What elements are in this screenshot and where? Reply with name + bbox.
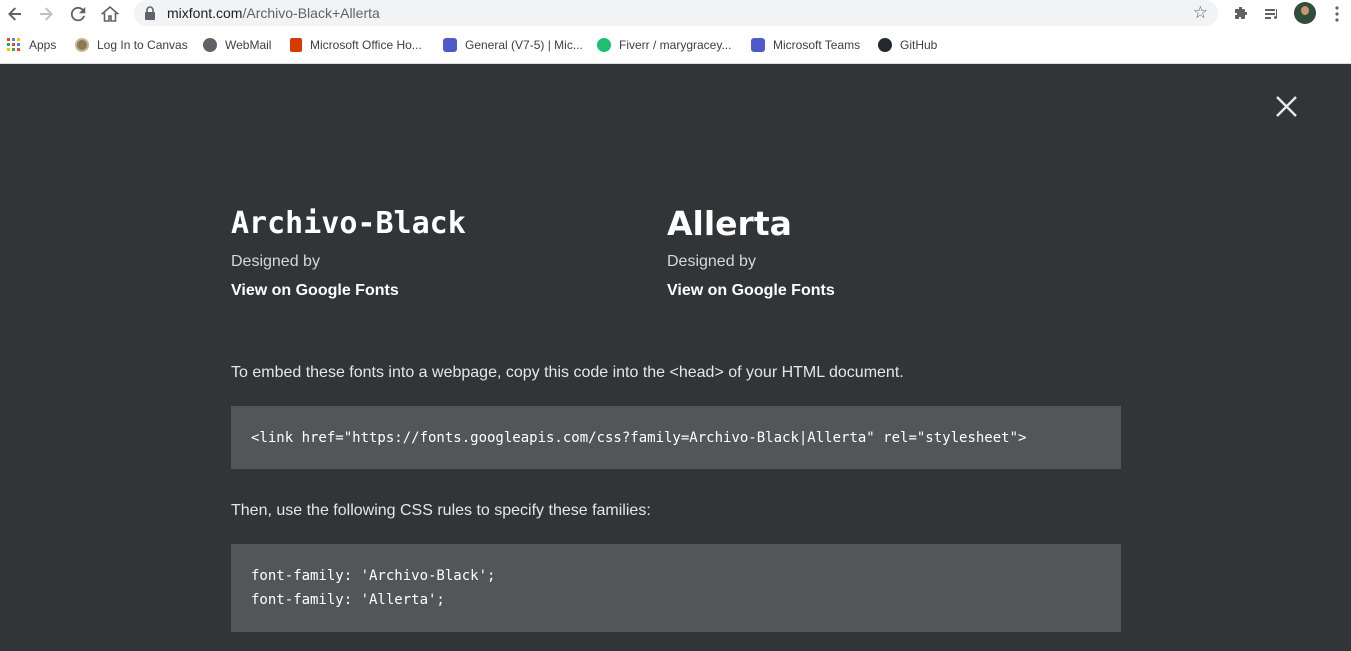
reading-list-icon[interactable] (1261, 3, 1283, 25)
close-icon[interactable] (1275, 95, 1298, 118)
profile-avatar[interactable] (1294, 2, 1316, 24)
url-path: /Archivo-Black+Allerta (242, 5, 380, 21)
css-code-block[interactable]: font-family: 'Archivo-Black'; font-famil… (231, 544, 1121, 632)
reload-icon[interactable] (67, 3, 89, 25)
view-google-fonts-link[interactable]: View on Google Fonts (231, 281, 466, 301)
url-text: mixfont.com/Archivo-Black+Allerta (167, 5, 380, 21)
bookmark-general-teams[interactable]: General (V7-5) | Mic... (443, 36, 583, 54)
designed-by-label: Designed by (231, 253, 320, 270)
teams-icon (751, 38, 765, 52)
globe-icon (203, 38, 217, 52)
office-icon (290, 38, 302, 52)
browser-toolbar: mixfont.com/Archivo-Black+Allerta ☆ (0, 0, 1351, 27)
canvas-icon (75, 38, 89, 52)
bookmark-github[interactable]: GitHub (878, 36, 937, 54)
menu-kebab-icon[interactable] (1326, 3, 1348, 25)
extensions-icon[interactable] (1230, 3, 1252, 25)
embed-instruction: To embed these fonts into a webpage, cop… (231, 364, 904, 381)
bookmark-canvas[interactable]: Log In to Canvas (75, 36, 188, 54)
bookmark-label: Log In to Canvas (97, 38, 188, 52)
teams-icon (443, 38, 457, 52)
home-icon[interactable] (99, 3, 121, 25)
bookmark-star-icon[interactable]: ☆ (1193, 3, 1208, 23)
font-card-secondary: Allerta Designed by View on Google Fonts (667, 204, 835, 301)
bookmark-label: General (V7-5) | Mic... (465, 38, 583, 52)
apps-grid-icon (7, 38, 21, 52)
css-code-line: font-family: 'Allerta'; (251, 592, 445, 608)
bookmark-label: WebMail (225, 38, 272, 52)
bookmark-label: Apps (29, 38, 57, 52)
font-name: Allerta (667, 204, 792, 243)
view-google-fonts-link[interactable]: View on Google Fonts (667, 281, 835, 301)
embed-code-block[interactable]: <link href="https://fonts.googleapis.com… (231, 406, 1121, 469)
font-card-primary: Archivo-Black Designed by View on Google… (231, 204, 466, 301)
designed-by-label: Designed by (667, 253, 756, 270)
bookmark-label: GitHub (900, 38, 938, 52)
lock-icon (144, 6, 158, 20)
font-pair-modal: Archivo-Black Designed by View on Google… (0, 64, 1351, 651)
font-name: Archivo-Black (231, 206, 466, 241)
bookmark-office[interactable]: Microsoft Office Ho... (290, 36, 422, 54)
bookmarks-bar: Apps Log In to Canvas WebMail Microsoft … (0, 27, 1351, 64)
back-icon[interactable] (4, 3, 26, 25)
fiverr-icon (597, 38, 611, 52)
bookmark-label: Microsoft Teams (773, 38, 861, 52)
embed-code-line: <link href="https://fonts.googleapis.com… (251, 430, 1027, 446)
css-code-line: font-family: 'Archivo-Black'; (251, 568, 496, 584)
bookmark-fiverr[interactable]: Fiverr / marygracey... (597, 36, 731, 54)
bookmark-label: Microsoft Office Ho... (310, 38, 422, 52)
address-bar[interactable]: mixfont.com/Archivo-Black+Allerta ☆ (134, 0, 1218, 26)
forward-icon[interactable] (35, 3, 57, 25)
url-domain: mixfont.com (167, 5, 243, 21)
github-icon (878, 38, 892, 52)
bookmark-teams[interactable]: Microsoft Teams (751, 36, 860, 54)
css-instruction: Then, use the following CSS rules to spe… (231, 502, 651, 519)
bookmark-webmail[interactable]: WebMail (203, 36, 271, 54)
bookmark-apps[interactable]: Apps (7, 36, 56, 54)
bookmark-label: Fiverr / marygracey... (619, 38, 732, 52)
